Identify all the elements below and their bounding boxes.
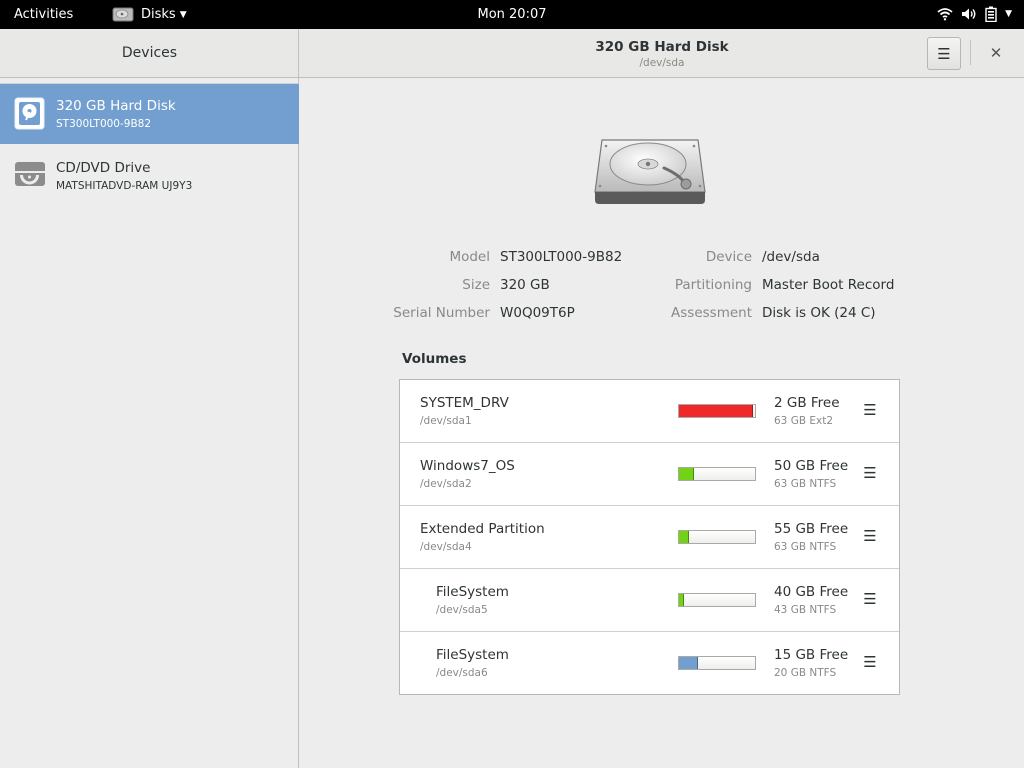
partitioning-value: Master Boot Record [762,277,895,293]
hard-disk-image [594,139,706,204]
volume-free-space: 50 GB Free [774,458,849,474]
volumes-heading: Volumes [402,351,467,367]
volume-row[interactable]: FileSystem /dev/sda6 15 GB Free 20 GB NT… [400,632,899,695]
window-subtitle: /dev/sda [639,57,685,69]
model-label: Model [449,249,490,265]
usage-bar-fill [679,405,753,417]
window-title-area: 320 GB Hard Disk /dev/sda [300,39,1024,69]
device-model: ST300LT000-9B82 [56,118,152,130]
volume-menu-button[interactable]: ☰ [860,464,880,484]
assessment-value: Disk is OK (24 C) [762,305,876,321]
partitioning-label: Partitioning [674,277,752,293]
hamburger-menu-icon: ☰ [863,590,877,608]
volume-device: /dev/sda2 [420,478,472,490]
device-name: 320 GB Hard Disk [56,98,176,114]
battery-icon [985,6,997,22]
hamburger-menu-icon: ☰ [863,401,877,419]
usage-bar-fill [679,468,694,480]
sidebar-item-cd-dvd-drive[interactable]: CD/DVD Drive MATSHITADVD-RAM UJ9Y3 [0,146,299,206]
hamburger-menu-icon: ☰ [863,527,877,545]
volume-row[interactable]: Extended Partition /dev/sda4 55 GB Free … [400,506,899,569]
chevron-down-icon: ▼ [1005,9,1012,19]
hamburger-menu-icon: ☰ [863,653,877,671]
volume-menu-button[interactable]: ☰ [860,401,880,421]
volume-row[interactable]: SYSTEM_DRV /dev/sda1 2 GB Free 63 GB Ext… [400,380,899,443]
status-menu[interactable]: ▼ [937,6,1012,22]
volume-menu-button[interactable]: ☰ [860,590,880,610]
volume-device: /dev/sda5 [436,604,488,616]
hamburger-menu-icon: ☰ [863,464,877,482]
header-bar: Devices 320 GB Hard Disk /dev/sda ☰ ✕ [0,29,1024,78]
volume-size-type: 43 GB NTFS [774,604,837,616]
volume-name: Windows7_OS [420,458,515,474]
window-title: 320 GB Hard Disk [595,39,729,55]
hard-disk-icon [14,97,45,130]
usage-bar [678,530,756,544]
size-label: Size [462,277,490,293]
serial-number-label: Serial Number [393,305,490,321]
volume-size-type: 63 GB NTFS [774,478,837,490]
disks-app-icon [112,7,134,22]
chevron-down-icon: ▼ [179,9,187,20]
volume-name: SYSTEM_DRV [420,395,509,411]
volume-device: /dev/sda1 [420,415,472,427]
header-separator [970,40,971,65]
usage-bar-fill [679,594,684,606]
volume-free-space: 2 GB Free [774,395,840,411]
wifi-icon [937,8,953,21]
app-name: Disks [141,7,176,22]
volume-size-type: 20 GB NTFS [774,667,837,679]
device-model: MATSHITADVD-RAM UJ9Y3 [56,180,193,192]
device-name: CD/DVD Drive [56,160,151,176]
volume-name: FileSystem [436,647,509,663]
close-icon: ✕ [989,44,1003,62]
volume-menu-button[interactable]: ☰ [860,653,880,673]
volume-row[interactable]: FileSystem /dev/sda5 40 GB Free 43 GB NT… [400,569,899,632]
assessment-label: Assessment [671,305,752,321]
volume-device: /dev/sda6 [436,667,488,679]
volume-name: Extended Partition [420,521,545,537]
devices-sidebar: 320 GB Hard Disk ST300LT000-9B82 CD/DVD … [0,78,299,768]
volume-row[interactable]: Windows7_OS /dev/sda2 50 GB Free 63 GB N… [400,443,899,506]
volume-device: /dev/sda4 [420,541,472,553]
disks-window: Devices 320 GB Hard Disk /dev/sda ☰ ✕ 32… [0,29,1024,768]
device-label: Device [705,249,752,265]
drive-details-pane: Model ST300LT000-9B82 Size 320 GB Serial… [300,78,1024,768]
top-bar: Activities Disks ▼ Mon 20:07 ▼ [0,0,1024,29]
hamburger-menu-icon: ☰ [937,44,951,63]
usage-bar-fill [679,657,698,669]
activities-button[interactable]: Activities [14,7,73,22]
sidebar-item-hard-disk[interactable]: 320 GB Hard Disk ST300LT000-9B82 [0,84,299,144]
volume-menu-button[interactable]: ☰ [860,527,880,547]
usage-bar-fill [679,531,689,543]
app-menu[interactable]: Disks ▼ [112,6,187,23]
serial-number-value: W0Q09T6P [500,305,575,321]
usage-bar [678,467,756,481]
sidebar-title: Devices [121,45,178,61]
volume-size-type: 63 GB NTFS [774,541,837,553]
usage-bar [678,404,756,418]
optical-drive-icon [15,162,45,186]
volume-size-type: 63 GB Ext2 [774,415,834,427]
clock[interactable]: Mon 20:07 [477,7,546,22]
close-button[interactable]: ✕ [984,42,1008,64]
volume-icon [962,8,976,20]
sidebar-header: Devices [0,29,299,77]
usage-bar [678,656,756,670]
drive-menu-button[interactable]: ☰ [927,37,961,70]
size-value: 320 GB [500,277,550,293]
volume-free-space: 15 GB Free [774,647,849,663]
volume-free-space: 40 GB Free [774,584,849,600]
device-value: /dev/sda [762,249,820,265]
volume-free-space: 55 GB Free [774,521,849,537]
volumes-list: SYSTEM_DRV /dev/sda1 2 GB Free 63 GB Ext… [399,379,900,695]
volume-name: FileSystem [436,584,509,600]
usage-bar [678,593,756,607]
